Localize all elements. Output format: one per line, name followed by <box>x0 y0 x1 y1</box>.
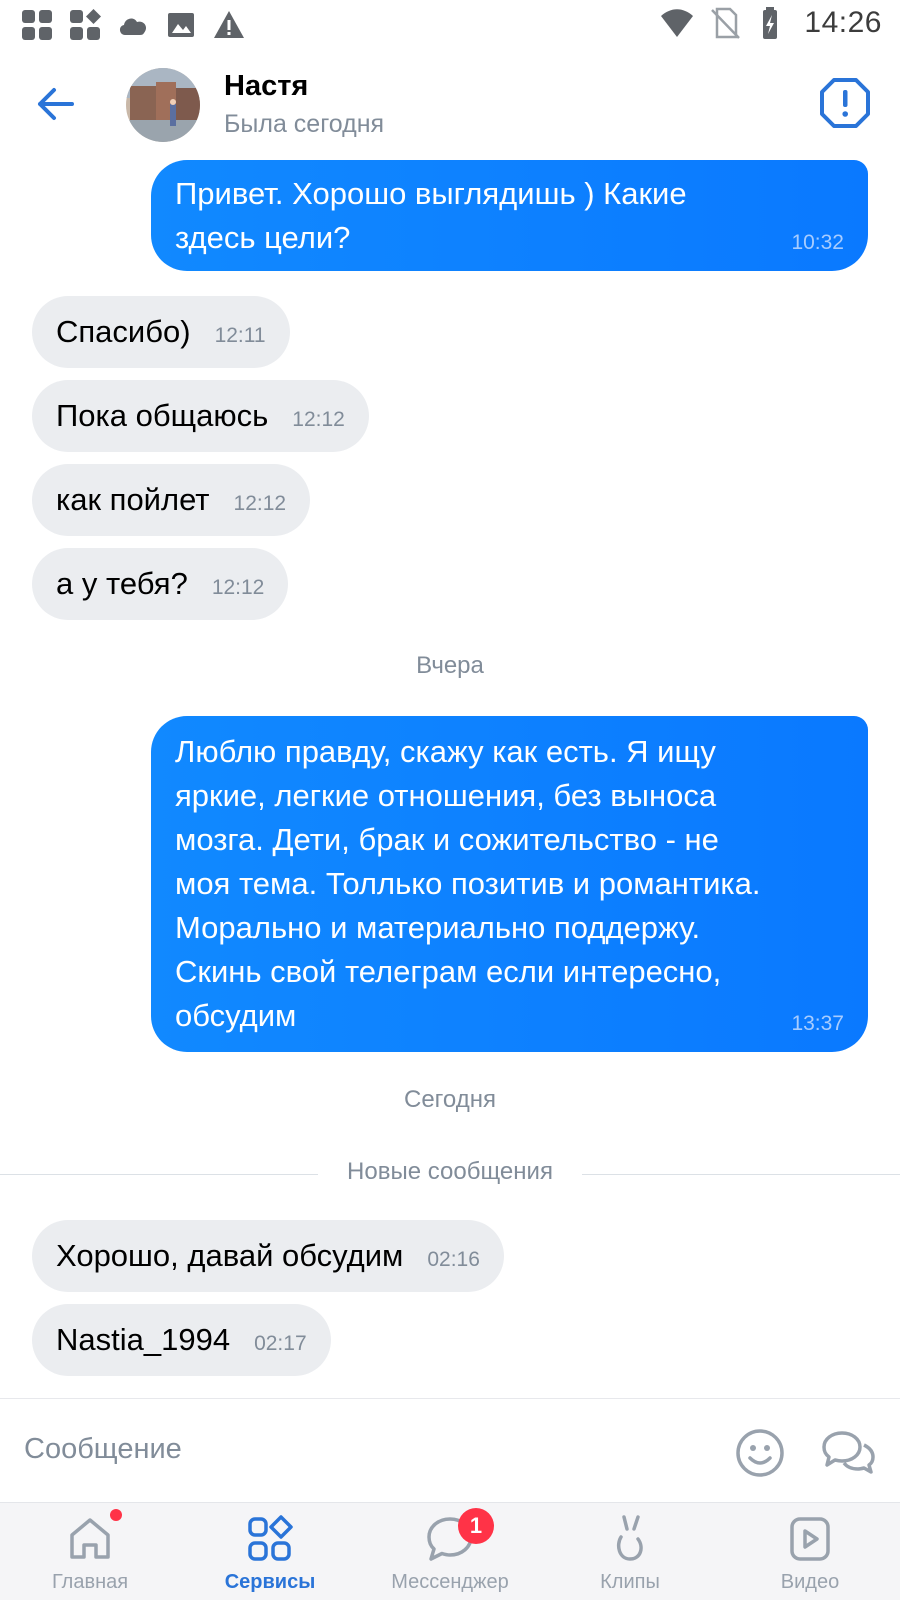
message-time: 12:12 <box>292 408 345 431</box>
message-incoming[interactable]: Пока общаюсь 12:12 <box>32 380 369 452</box>
services-grid-icon <box>248 1515 293 1561</box>
contact-status: Была сегодня <box>224 110 385 138</box>
nav-item-home[interactable]: Главная <box>0 1503 180 1600</box>
message-text: как пойлет <box>56 482 210 517</box>
arrow-left-icon[interactable] <box>30 78 82 130</box>
warning-icon <box>214 11 244 38</box>
avatar[interactable] <box>126 68 200 142</box>
message-time: 02:17 <box>254 1332 307 1355</box>
message-time: 13:37 <box>791 1012 844 1035</box>
alert-octagon-icon[interactable] <box>818 76 872 130</box>
message-text: Спасибо) <box>56 314 191 349</box>
message-composer: Сообщение <box>0 1398 900 1502</box>
notification-dot <box>110 1509 122 1521</box>
date-separator: Вчера <box>416 652 484 679</box>
new-messages-separator: Новые сообщения <box>347 1158 553 1185</box>
message-time: 12:11 <box>214 324 266 347</box>
message-text: Привет. Хорошо выглядишь ) Какие здесь ц… <box>175 176 687 255</box>
clips-icon <box>617 1515 643 1561</box>
message-incoming[interactable]: а у тебя? 12:12 <box>32 548 289 620</box>
message-incoming[interactable]: как пойлет 12:12 <box>32 464 311 536</box>
nav-item-messenger[interactable]: Мессенджер <box>360 1503 540 1600</box>
message-time: 12:12 <box>211 576 265 599</box>
message-incoming[interactable]: Хорошо, давай обсудим 02:16 <box>32 1220 504 1292</box>
battery-charging-icon <box>763 7 778 39</box>
message-time: 02:16 <box>427 1248 480 1271</box>
message-incoming[interactable]: Спасибо) 12:11 <box>32 296 290 368</box>
wifi-icon <box>661 9 694 37</box>
message-incoming[interactable]: Nastia_1994 02:17 <box>32 1304 331 1376</box>
nav-label: Сервисы <box>224 1571 316 1593</box>
nav-item-video[interactable]: Видео <box>720 1503 900 1600</box>
bottom-navigation: Главная Сервисы Мессенджер Клипы Видео <box>0 1502 900 1600</box>
video-icon <box>790 1517 830 1561</box>
date-separator: Сегодня <box>404 1086 496 1113</box>
message-text: Хорошо, давай обсудим <box>56 1238 404 1273</box>
unread-badge: 1 <box>458 1508 494 1544</box>
nav-item-clips[interactable]: Клипы <box>540 1503 720 1600</box>
chat-screen: 14:26 Настя Была сегодня Привет. Хорошо … <box>0 0 900 1600</box>
status-time: 14:26 <box>804 6 882 39</box>
message-time: 10:32 <box>791 231 844 254</box>
smile-icon[interactable] <box>734 1427 786 1479</box>
message-input[interactable]: Сообщение <box>24 1433 182 1466</box>
apps-icon <box>22 10 52 40</box>
message-text: а у тебя? <box>56 566 188 601</box>
status-bar: 14:26 <box>0 0 900 50</box>
chat-bubbles-icon[interactable] <box>820 1427 876 1479</box>
no-sim-icon <box>711 7 741 39</box>
message-text: Пока общаюсь <box>56 398 269 433</box>
nav-item-services[interactable]: Сервисы <box>180 1503 360 1600</box>
image-icon <box>168 13 194 37</box>
message-outgoing[interactable]: Привет. Хорошо выглядишь ) Какие здесь ц… <box>151 160 868 271</box>
home-icon <box>70 1518 110 1559</box>
cloud-icon <box>119 18 147 35</box>
message-text: Nastia_1994 <box>56 1322 231 1357</box>
message-text: Люблю правду, скажу как есть. Я ищу ярки… <box>175 734 761 1033</box>
contact-name[interactable]: Настя <box>224 70 308 103</box>
chat-header: Настя Была сегодня <box>0 58 900 150</box>
nav-label: Клипы <box>600 1571 660 1593</box>
nav-label: Видео <box>780 1571 840 1593</box>
nav-label: Мессенджер <box>391 1571 509 1593</box>
widgets-icon <box>70 9 101 40</box>
nav-label: Главная <box>51 1571 129 1593</box>
message-outgoing[interactable]: Люблю правду, скажу как есть. Я ищу ярки… <box>151 716 868 1052</box>
message-time: 12:12 <box>233 492 287 515</box>
